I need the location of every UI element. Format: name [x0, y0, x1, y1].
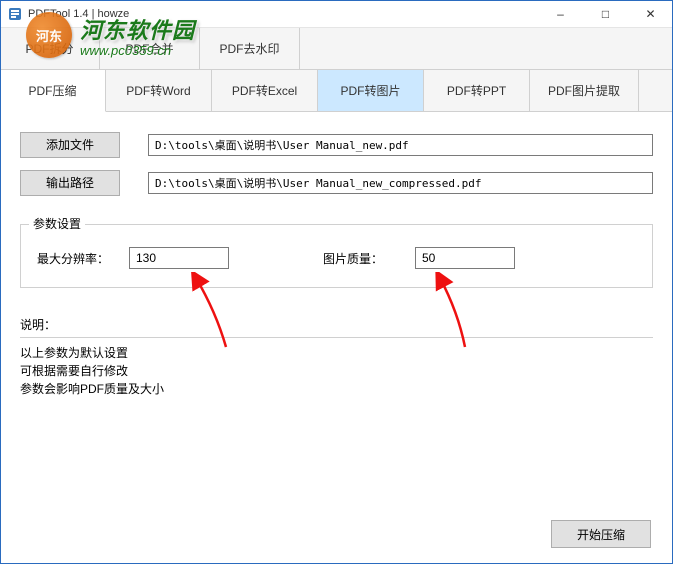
add-file-row: 添加文件 — [20, 132, 653, 158]
tab-pdf-to-ppt[interactable]: PDF转PPT — [424, 70, 530, 111]
params-legend: 参数设置 — [29, 215, 85, 232]
tab-pdf-to-excel[interactable]: PDF转Excel — [212, 70, 318, 111]
titlebar: PDFTool 1.4 | howze – □ ✕ — [0, 0, 673, 28]
note-line-2: 可根据需要自行修改 — [20, 362, 653, 380]
start-compress-button[interactable]: 开始压缩 — [551, 520, 651, 548]
output-file-path[interactable] — [148, 172, 653, 194]
note-line-3: 参数会影响PDF质量及大小 — [20, 380, 653, 398]
tab-pdf-remove-watermark[interactable]: PDF去水印 — [200, 28, 300, 69]
output-path-row: 输出路径 — [20, 170, 653, 196]
window-controls: – □ ✕ — [538, 0, 673, 28]
output-path-button[interactable]: 输出路径 — [20, 170, 120, 196]
tab-pdf-split[interactable]: PDF拆分 — [0, 28, 100, 69]
app-icon — [8, 7, 22, 21]
image-quality-label: 图片质量： — [323, 250, 403, 267]
action-row: 开始压缩 — [551, 520, 651, 548]
content-pane: 添加文件 输出路径 参数设置 最大分辨率： 图片质量： 说明： 以上参数为默认设… — [0, 112, 673, 560]
max-resolution-input[interactable] — [129, 247, 229, 269]
maximize-button[interactable]: □ — [583, 0, 628, 28]
close-button[interactable]: ✕ — [628, 0, 673, 28]
tab-pdf-to-word[interactable]: PDF转Word — [106, 70, 212, 111]
tab-pdf-extract-images[interactable]: PDF图片提取 — [530, 70, 639, 111]
notes-title: 说明： — [20, 316, 653, 338]
max-resolution-label: 最大分辨率： — [37, 250, 117, 267]
tab-pdf-to-image[interactable]: PDF转图片 — [318, 70, 424, 111]
minimize-button[interactable]: – — [538, 0, 583, 28]
tabs-row-1: PDF拆分 PDF合并 PDF去水印 — [0, 28, 673, 70]
note-line-1: 以上参数为默认设置 — [20, 344, 653, 362]
params-fieldset: 参数设置 最大分辨率： 图片质量： — [20, 224, 653, 288]
tabs-row-2: PDF压缩 PDF转Word PDF转Excel PDF转图片 PDF转PPT … — [0, 70, 673, 112]
add-file-button[interactable]: 添加文件 — [20, 132, 120, 158]
image-quality-input[interactable] — [415, 247, 515, 269]
window-title: PDFTool 1.4 | howze — [28, 8, 538, 20]
tab-pdf-merge[interactable]: PDF合并 — [100, 28, 200, 69]
tab-pdf-compress[interactable]: PDF压缩 — [0, 70, 106, 112]
notes-block: 说明： 以上参数为默认设置 可根据需要自行修改 参数会影响PDF质量及大小 — [20, 316, 653, 398]
input-file-path[interactable] — [148, 134, 653, 156]
